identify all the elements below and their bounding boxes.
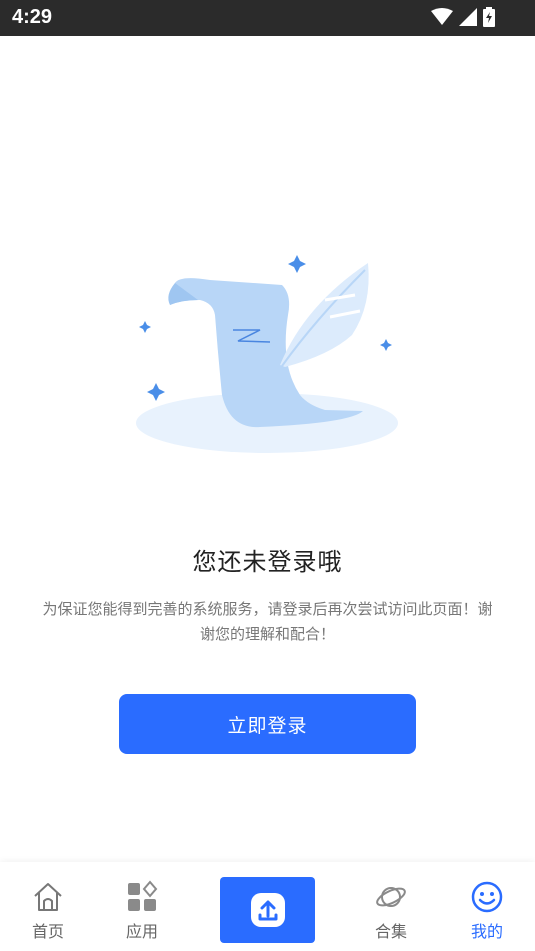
status-bar: 4:29 [0, 0, 535, 36]
empty-illustration [136, 255, 398, 453]
tab-apps[interactable]: 应用 [97, 862, 187, 951]
planet-icon [376, 887, 406, 907]
apps-grid-icon [128, 880, 158, 911]
tab-home[interactable]: 首页 [3, 862, 93, 951]
status-icons [431, 7, 495, 27]
tab-collection-label: 合集 [374, 922, 407, 941]
tab-me[interactable]: 我的 [442, 862, 532, 951]
battery-icon [483, 7, 495, 27]
wifi-icon [431, 8, 453, 25]
upload-button[interactable] [220, 877, 315, 943]
tab-collection[interactable]: 合集 [346, 862, 436, 951]
sparkle-icon [139, 321, 151, 333]
tab-apps-label: 应用 [125, 922, 158, 941]
home-icon [34, 883, 62, 911]
sparkle-icon [147, 383, 165, 401]
status-time: 4:29 [12, 6, 53, 28]
upload-icon [250, 893, 285, 927]
sparkle-icon [288, 255, 306, 273]
tab-home-label: 首页 [31, 922, 64, 941]
sparkle-icon [380, 339, 392, 351]
empty-description: 为保证您能得到完善的系统服务，请登录后再次尝试访问此页面！谢 谢您的理解和配合！ [42, 600, 493, 643]
login-button[interactable]: 立即登录 [119, 694, 416, 754]
smiley-icon [471, 881, 503, 913]
signal-icon [459, 8, 477, 26]
tab-me-label: 我的 [470, 922, 503, 941]
empty-title: 您还未登录哦 [192, 548, 343, 576]
